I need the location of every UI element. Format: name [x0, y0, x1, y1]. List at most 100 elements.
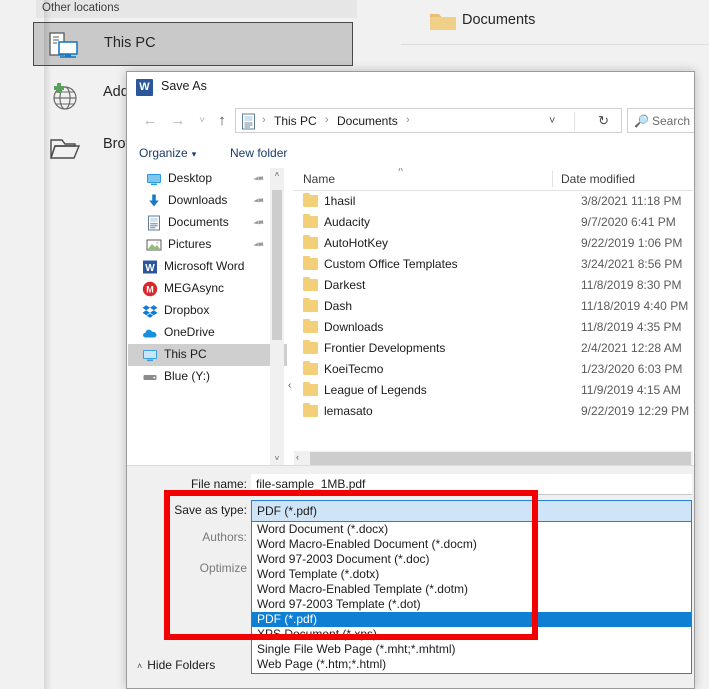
scrollbar-thumb[interactable]: [272, 190, 282, 340]
file-list-row[interactable]: AutoHotKey 9/22/2019 1:06 PM: [294, 233, 693, 254]
new-folder-button[interactable]: New folder: [230, 146, 287, 160]
folder-icon: [303, 214, 318, 228]
dropdown-option[interactable]: Word Macro-Enabled Document (*.docm): [252, 537, 691, 552]
up-icon[interactable]: ↑: [211, 110, 233, 132]
other-locations-header: Other locations: [36, 0, 357, 18]
dropdown-option[interactable]: Word Macro-Enabled Template (*.dotm): [252, 582, 691, 597]
date-modified-cell: 2/4/2021 12:28 AM: [581, 341, 682, 355]
nav-pane-item-this-pc[interactable]: This PC: [128, 344, 287, 366]
file-name-cell: League of Legends: [324, 383, 427, 397]
scrollbar-thumb[interactable]: [310, 452, 691, 465]
breadcrumb-documents[interactable]: Documents: [337, 114, 398, 128]
breadcrumb-this-pc[interactable]: This PC: [274, 114, 317, 128]
nav-pane-item-megasync[interactable]: M MEGAsync: [128, 278, 287, 300]
nav-pane-item-microsoft-word[interactable]: W Microsoft Word: [128, 256, 287, 278]
megasync-icon: M: [142, 281, 158, 297]
nav-pane-item-label: MEGAsync: [164, 281, 225, 295]
navigation-pane: Desktop Downloads Documents Pictures W Micros…: [128, 168, 287, 466]
breadcrumb-separator: ›: [262, 114, 266, 126]
dropdown-option-label: Word 97-2003 Document (*.doc): [257, 552, 430, 566]
chevron-down-icon[interactable]: ˅: [549, 115, 569, 138]
authors-label: Authors:: [202, 530, 247, 544]
file-list-horizontal-scrollbar[interactable]: ‹: [294, 451, 693, 466]
file-name-cell: lemasato: [324, 404, 373, 418]
nav-pane-item-label: OneDrive: [164, 325, 215, 339]
dialog-title-bar: W Save As: [127, 72, 694, 103]
search-box[interactable]: 🔍 Search D: [627, 108, 694, 133]
dropdown-option[interactable]: PDF (*.pdf): [252, 612, 691, 627]
folder-icon: [429, 10, 457, 32]
svg-text:M: M: [146, 285, 154, 295]
dropdown-option[interactable]: Word Document (*.docx): [252, 522, 691, 537]
file-list-row[interactable]: Custom Office Templates 3/24/2021 8:56 PM: [294, 254, 693, 275]
nav-pane-item-documents[interactable]: Documents: [128, 212, 287, 234]
pictures-icon: [146, 237, 162, 253]
save-as-type-dropdown-list[interactable]: Word Document (*.docx) Word Macro-Enabled…: [251, 522, 692, 674]
file-name-cell: Audacity: [324, 215, 371, 229]
dropdown-option-label: Single File Web Page (*.mht;*.mhtml): [257, 642, 456, 656]
folder-icon: [303, 340, 318, 354]
search-icon: 🔍: [634, 114, 649, 128]
breadcrumb-separator: ›: [325, 114, 329, 126]
word-icon-letter: W: [139, 81, 150, 93]
file-list-row[interactable]: Darkest 11/8/2019 8:30 PM: [294, 275, 693, 296]
splitter-collapse-icon[interactable]: ‹: [288, 380, 291, 391]
folder-icon: [303, 319, 318, 333]
file-list-row[interactable]: KoeiTecmo 1/23/2020 6:03 PM: [294, 359, 693, 380]
back-icon[interactable]: ←: [139, 110, 161, 132]
scroll-left-icon[interactable]: ‹: [296, 452, 299, 462]
scroll-down-icon[interactable]: ˅: [270, 452, 284, 466]
nav-pane-item-desktop[interactable]: Desktop: [128, 168, 287, 190]
file-list-row[interactable]: Dash 11/18/2019 4:40 PM: [294, 296, 693, 317]
column-header-name[interactable]: Name: [303, 172, 335, 186]
dialog-title: Save As: [161, 79, 207, 93]
dropdown-option[interactable]: Word 97-2003 Template (*.dot): [252, 597, 691, 612]
file-list-row[interactable]: Frontier Developments 2/4/2021 12:28 AM: [294, 338, 693, 359]
refresh-icon[interactable]: ↻: [598, 113, 609, 129]
address-bar[interactable]: › This PC › Documents › ˅ ↻: [235, 108, 622, 133]
backstage-current-folder-documents[interactable]: Documents: [405, 4, 705, 38]
backstage-folder-label: Documents: [462, 12, 536, 28]
dropdown-option[interactable]: Word 97-2003 Document (*.doc): [252, 552, 691, 567]
column-divider[interactable]: [552, 171, 553, 187]
dropdown-option[interactable]: XPS Document (*.xps): [252, 627, 691, 642]
column-header-date-modified[interactable]: Date modified: [561, 172, 635, 186]
nav-pane-item-blue-y[interactable]: Blue (Y:): [128, 366, 287, 388]
recent-locations-icon[interactable]: ˅: [191, 110, 213, 132]
organize-button[interactable]: Organize ▾: [139, 146, 196, 160]
file-list-row[interactable]: Audacity 9/7/2020 6:41 PM: [294, 212, 693, 233]
hide-folders-button[interactable]: ˄ Hide Folders: [137, 658, 215, 672]
dropdown-option[interactable]: Web Page (*.htm;*.html): [252, 657, 691, 672]
nav-pane-item-onedrive[interactable]: OneDrive: [128, 322, 287, 344]
save-as-type-label: Save as type:: [174, 503, 247, 517]
nav-pane-item-dropbox[interactable]: Dropbox: [128, 300, 287, 322]
nav-pane-scrollbar[interactable]: ˄ ˅: [270, 168, 284, 466]
backstage-place-this-pc[interactable]: This PC: [33, 22, 353, 66]
dropdown-option[interactable]: Word Template (*.dotx): [252, 567, 691, 582]
file-name-cell: 1hasil: [324, 194, 356, 208]
pane-splitter[interactable]: ‹: [287, 168, 294, 466]
scroll-up-icon[interactable]: ˄: [270, 168, 284, 182]
this-pc-icon: [46, 31, 90, 61]
file-name-cell: Darkest: [324, 278, 366, 292]
nav-pane-item-downloads[interactable]: Downloads: [128, 190, 287, 212]
desktop-icon: [146, 171, 162, 187]
svg-text:W: W: [145, 263, 155, 274]
forward-icon[interactable]: →: [167, 110, 189, 132]
pin-icon[interactable]: [250, 237, 266, 253]
file-list-row[interactable]: League of Legends 11/9/2019 4:15 AM: [294, 380, 693, 401]
save-as-type-combobox[interactable]: PDF (*.pdf): [251, 500, 692, 522]
navigation-bar: ← → ˅ ↑ › This PC › Documents › ˅ ↻ 🔍 Se…: [127, 104, 694, 138]
pin-icon[interactable]: [250, 193, 266, 209]
pin-icon[interactable]: [250, 171, 266, 187]
date-modified-cell: 3/24/2021 8:56 PM: [581, 257, 683, 271]
nav-pane-item-pictures[interactable]: Pictures: [128, 234, 287, 256]
file-list-row[interactable]: Downloads 11/8/2019 4:35 PM: [294, 317, 693, 338]
pin-icon[interactable]: [250, 215, 266, 231]
nav-pane-item-label: Dropbox: [164, 303, 210, 317]
file-list-row[interactable]: 1hasil 3/8/2021 11:18 PM: [294, 191, 693, 212]
file-list-row[interactable]: lemasato 9/22/2019 12:29 PM: [294, 401, 693, 422]
file-name-input[interactable]: file-sample_1MB.pdf: [251, 474, 692, 495]
documents-library-icon: [241, 113, 256, 130]
dropdown-option[interactable]: Single File Web Page (*.mht;*.mhtml): [252, 642, 691, 657]
